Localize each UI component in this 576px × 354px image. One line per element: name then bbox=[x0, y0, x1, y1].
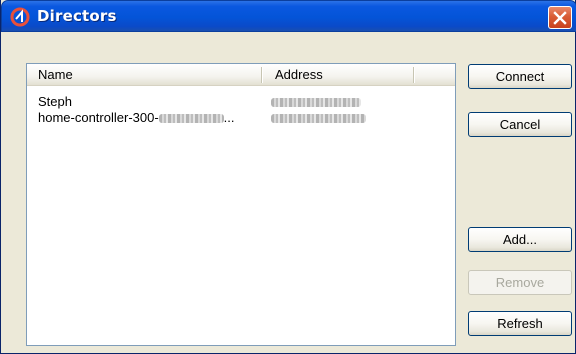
redacted-address bbox=[271, 98, 361, 108]
close-icon bbox=[553, 11, 567, 25]
title-bar[interactable]: Directors bbox=[1, 0, 576, 32]
director-name: Steph bbox=[38, 94, 72, 109]
directors-dialog: Directors Name Address Steph home-contro… bbox=[0, 0, 576, 354]
close-button[interactable] bbox=[548, 6, 572, 29]
director-address bbox=[271, 110, 366, 125]
director-name-ellipsis: ... bbox=[223, 110, 235, 125]
column-header-address[interactable]: Address bbox=[275, 67, 323, 84]
column-divider[interactable] bbox=[261, 67, 263, 83]
remove-button[interactable]: Remove bbox=[468, 270, 572, 295]
add-button[interactable]: Add... bbox=[468, 227, 572, 252]
refresh-button[interactable]: Refresh bbox=[468, 311, 572, 336]
column-divider[interactable] bbox=[413, 67, 415, 83]
director-address bbox=[271, 94, 361, 109]
cancel-button[interactable]: Cancel bbox=[468, 112, 572, 137]
redacted-address bbox=[271, 114, 366, 124]
director-name: home-controller-300-... bbox=[38, 110, 235, 125]
director-name-text: home-controller-300- bbox=[38, 110, 159, 125]
list-header: Name Address bbox=[27, 64, 455, 86]
connect-button[interactable]: Connect bbox=[468, 64, 572, 89]
directors-list[interactable]: Name Address Steph home-controller-300-.… bbox=[26, 63, 456, 346]
control4-logo-icon bbox=[10, 7, 30, 27]
column-header-name[interactable]: Name bbox=[38, 67, 73, 84]
list-item[interactable]: Steph bbox=[27, 94, 455, 110]
window-title: Directors bbox=[37, 7, 117, 25]
redacted-name bbox=[158, 114, 224, 124]
list-item[interactable]: home-controller-300-... bbox=[27, 110, 455, 126]
